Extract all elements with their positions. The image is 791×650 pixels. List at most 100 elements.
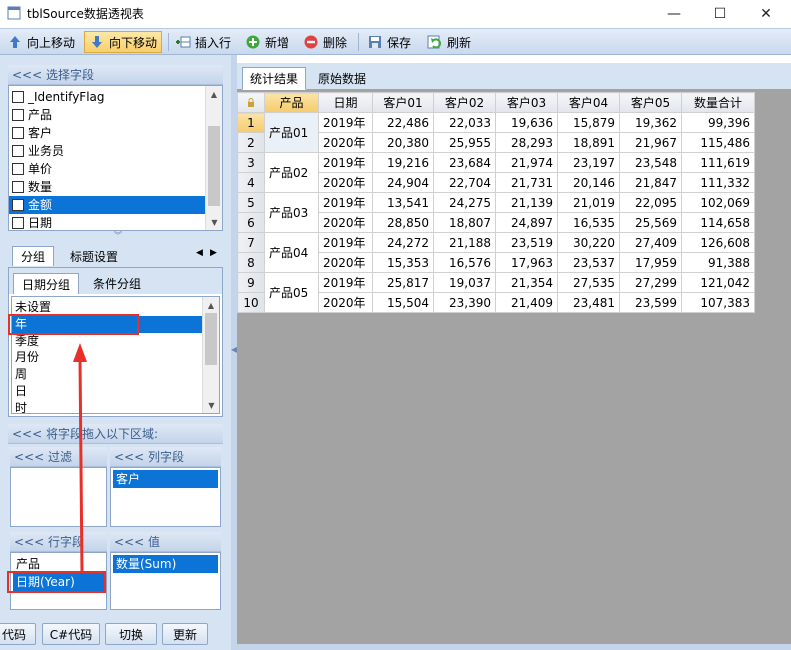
field-item[interactable]: 产品 [9, 106, 205, 124]
product-cell[interactable]: 产品01 [264, 112, 319, 153]
tab-raw-data[interactable]: 原始数据 [311, 67, 373, 90]
year-cell[interactable]: 2019年 [318, 152, 373, 173]
row-number[interactable]: 4 [237, 172, 265, 193]
grid-header-cell[interactable]: 客户03 [495, 92, 558, 113]
value-cell[interactable]: 18,891 [557, 132, 620, 153]
value-cell[interactable]: 21,139 [495, 192, 558, 213]
field-item[interactable]: 金额 [9, 196, 205, 214]
row-number[interactable]: 10 [237, 292, 265, 313]
value-cell[interactable]: 21,019 [557, 192, 620, 213]
year-cell[interactable]: 2020年 [318, 252, 373, 273]
value-cell[interactable]: 23,599 [619, 292, 682, 313]
row-number[interactable]: 1 [237, 112, 265, 133]
date-group-option[interactable]: 月份 [12, 349, 202, 366]
date-group-scrollbar[interactable]: ▲ ▼ [202, 297, 219, 413]
value-cell[interactable]: 15,879 [557, 112, 620, 133]
value-cell[interactable]: 22,033 [433, 112, 496, 133]
code-button[interactable]: 代码 [0, 623, 36, 645]
grid-header-cell[interactable]: 客户04 [557, 92, 620, 113]
value-cell[interactable]: 22,704 [433, 172, 496, 193]
year-cell[interactable]: 2020年 [318, 172, 373, 193]
scroll-thumb[interactable] [208, 126, 220, 206]
value-cell[interactable]: 20,146 [557, 172, 620, 193]
value-cell[interactable]: 23,197 [557, 152, 620, 173]
date-group-option[interactable]: 周 [12, 366, 202, 383]
value-cell[interactable]: 22,486 [372, 112, 434, 133]
value-cell[interactable]: 21,354 [495, 272, 558, 293]
value-cell[interactable]: 27,299 [619, 272, 682, 293]
scroll-down-icon[interactable]: ▼ [206, 214, 222, 230]
value-cell[interactable]: 16,535 [557, 212, 620, 233]
value-cell[interactable]: 111,619 [681, 152, 755, 173]
value-cell[interactable]: 30,220 [557, 232, 620, 253]
value-cell[interactable]: 28,293 [495, 132, 558, 153]
field-item[interactable]: 单价 [9, 160, 205, 178]
value-cell[interactable]: 19,636 [495, 112, 558, 133]
close-button[interactable]: ✕ [743, 0, 789, 28]
value-cell[interactable]: 23,519 [495, 232, 558, 253]
column-zone[interactable]: 客户 [110, 467, 221, 527]
value-cell[interactable]: 27,535 [557, 272, 620, 293]
field-checkbox[interactable] [12, 181, 24, 193]
grid-header-cell[interactable]: 客户02 [433, 92, 496, 113]
table-row[interactable]: 7 产品04 2019年 24,272 21,188 23,519 30,220 27,409… [237, 232, 755, 273]
year-cell[interactable]: 2019年 [318, 272, 373, 293]
table-row[interactable]: 9 产品05 2019年 25,817 19,037 21,354 27,535 27,299… [237, 272, 755, 313]
field-chooser-header[interactable]: <<< 选择字段 [8, 65, 223, 85]
value-cell[interactable]: 15,353 [372, 252, 434, 273]
value-cell[interactable]: 114,658 [681, 212, 755, 233]
tab-group[interactable]: 分组 [12, 246, 55, 266]
field-item[interactable]: _IdentifyFlag [9, 88, 205, 106]
pivot-grid[interactable]: 产品 日期 客户01 客户02 客户03 客户04 客户05 数量合计 1 产品0… [237, 92, 755, 313]
value-cell[interactable]: 28,850 [372, 212, 434, 233]
grid-header-cell[interactable]: 数量合计 [681, 92, 755, 113]
field-item[interactable]: 业务员 [9, 142, 205, 160]
insert-row-button[interactable]: 插入行 [171, 31, 235, 53]
value-cell[interactable]: 18,807 [433, 212, 496, 233]
row-number[interactable]: 8 [237, 252, 265, 273]
value-cell[interactable]: 24,275 [433, 192, 496, 213]
grid-corner[interactable] [237, 92, 265, 113]
year-cell[interactable]: 2020年 [318, 292, 373, 313]
value-cell[interactable]: 19,037 [433, 272, 496, 293]
field-checkbox[interactable] [12, 145, 24, 157]
value-cell[interactable]: 27,409 [619, 232, 682, 253]
field-list-scrollbar[interactable]: ▲ ▼ [205, 86, 222, 230]
field-checkbox[interactable] [12, 217, 24, 229]
value-cell[interactable]: 13,541 [372, 192, 434, 213]
grid-header-cell[interactable]: 日期 [318, 92, 373, 113]
collapse-grip-icon[interactable]: ︾ [108, 232, 128, 240]
value-cell[interactable]: 99,396 [681, 112, 755, 133]
value-cell[interactable]: 23,537 [557, 252, 620, 273]
value-cell[interactable]: 24,272 [372, 232, 434, 253]
value-field-item[interactable]: 数量(Sum) [113, 555, 218, 573]
csharp-code-button[interactable]: C#代码 [42, 623, 100, 645]
tab-scroll-left-icon[interactable]: ◀ [196, 248, 203, 258]
product-cell[interactable]: 产品03 [264, 192, 319, 233]
field-checkbox[interactable] [12, 91, 24, 103]
value-cell[interactable]: 21,731 [495, 172, 558, 193]
grid-header-cell[interactable]: 产品 [264, 92, 319, 113]
grid-header-cell[interactable]: 客户01 [372, 92, 434, 113]
row-number[interactable]: 6 [237, 212, 265, 233]
value-cell[interactable]: 17,963 [495, 252, 558, 273]
value-cell[interactable]: 20,380 [372, 132, 434, 153]
date-group-option[interactable]: 日 [12, 383, 202, 400]
product-cell[interactable]: 产品05 [264, 272, 319, 313]
year-cell[interactable]: 2019年 [318, 192, 373, 213]
value-cell[interactable]: 21,967 [619, 132, 682, 153]
value-cell[interactable]: 21,188 [433, 232, 496, 253]
value-cell[interactable]: 21,847 [619, 172, 682, 193]
field-item[interactable]: 日期 [9, 214, 205, 230]
value-cell[interactable]: 17,959 [619, 252, 682, 273]
row-number[interactable]: 9 [237, 272, 265, 293]
value-zone[interactable]: 数量(Sum) [110, 552, 221, 610]
year-cell[interactable]: 2020年 [318, 212, 373, 233]
value-cell[interactable]: 19,216 [372, 152, 434, 173]
scroll-down-icon[interactable]: ▼ [203, 397, 219, 413]
field-checkbox[interactable] [12, 109, 24, 121]
value-cell[interactable]: 111,332 [681, 172, 755, 193]
move-up-button[interactable]: 向上移动 [3, 31, 79, 53]
tab-scroll-right-icon[interactable]: ▶ [210, 248, 217, 258]
row-number[interactable]: 5 [237, 192, 265, 213]
